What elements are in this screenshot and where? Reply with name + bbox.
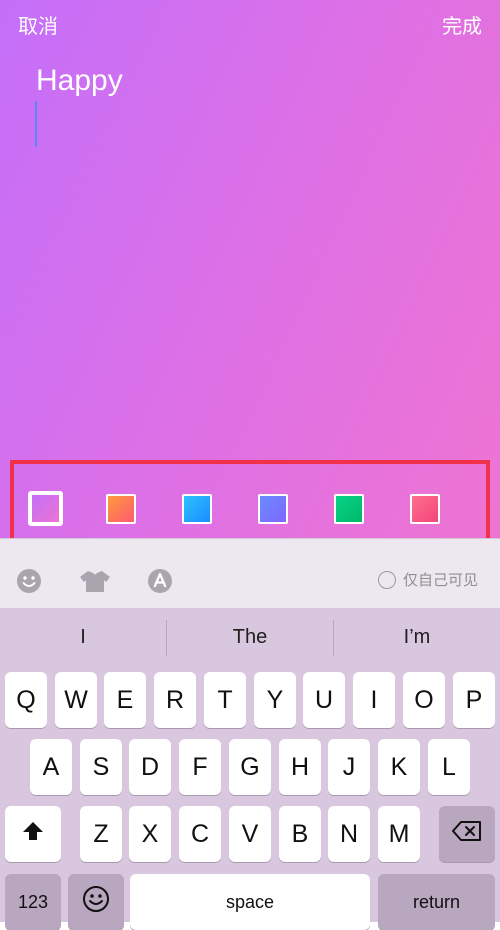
radio-icon xyxy=(377,570,396,589)
shift-key[interactable] xyxy=(5,806,61,862)
backspace-icon xyxy=(452,820,482,849)
key-q[interactable]: Q xyxy=(5,672,47,728)
key-y[interactable]: Y xyxy=(254,672,296,728)
editor-toolbar: 仅自己可见 xyxy=(0,538,500,609)
swatch-orange[interactable] xyxy=(106,494,136,524)
font-style-icon[interactable] xyxy=(147,568,173,594)
key-d[interactable]: D xyxy=(129,739,171,795)
key-j[interactable]: J xyxy=(328,739,370,795)
key-f[interactable]: F xyxy=(179,739,221,795)
swatch-rose[interactable] xyxy=(410,494,440,524)
shift-icon xyxy=(21,819,45,850)
key-t[interactable]: T xyxy=(204,672,246,728)
private-label: 仅自己可见 xyxy=(402,571,478,589)
suggestion-1[interactable]: I xyxy=(0,626,166,649)
text-caret xyxy=(35,101,37,147)
key-u[interactable]: U xyxy=(303,672,345,728)
key-k[interactable]: K xyxy=(378,739,420,795)
key-z[interactable]: Z xyxy=(80,806,122,862)
suggestion-3[interactable]: I’m xyxy=(334,626,500,649)
emoji-icon[interactable] xyxy=(16,568,42,594)
key-p[interactable]: P xyxy=(453,672,495,728)
key-l[interactable]: L xyxy=(428,739,470,795)
key-b[interactable]: B xyxy=(279,806,321,862)
key-i[interactable]: I xyxy=(353,672,395,728)
keyboard: I The I’m Q W E R T Y U I O P A S D F G … xyxy=(0,608,500,930)
key-w[interactable]: W xyxy=(55,672,97,728)
key-c[interactable]: C xyxy=(179,806,221,862)
key-a[interactable]: A xyxy=(30,739,72,795)
swatch-indigo[interactable] xyxy=(258,494,288,524)
editor-background[interactable]: 取消 完成 Happy xyxy=(0,0,500,544)
done-button[interactable]: 完成 xyxy=(442,10,482,39)
suggestion-2[interactable]: The xyxy=(167,626,333,649)
delete-key[interactable] xyxy=(439,806,495,862)
key-v[interactable]: V xyxy=(229,806,271,862)
key-o[interactable]: O xyxy=(403,672,445,728)
emoji-icon xyxy=(82,885,110,920)
key-x[interactable]: X xyxy=(129,806,171,862)
key-r[interactable]: R xyxy=(154,672,196,728)
private-toggle[interactable]: 仅自己可见 xyxy=(377,569,478,590)
key-m[interactable]: M xyxy=(378,806,420,862)
swatch-cyan[interactable] xyxy=(486,494,490,524)
key-h[interactable]: H xyxy=(279,739,321,795)
swatch-purple-pink[interactable] xyxy=(28,491,63,526)
status-text-input[interactable]: Happy xyxy=(36,64,123,98)
key-g[interactable]: G xyxy=(229,739,271,795)
cancel-button[interactable]: 取消 xyxy=(18,10,58,39)
key-e[interactable]: E xyxy=(104,672,146,728)
swatch-green[interactable] xyxy=(334,494,364,524)
tshirt-icon[interactable] xyxy=(79,568,111,594)
color-swatch-bar xyxy=(10,460,490,544)
key-s[interactable]: S xyxy=(80,739,122,795)
swatch-sky-blue[interactable] xyxy=(182,494,212,524)
key-n[interactable]: N xyxy=(328,806,370,862)
